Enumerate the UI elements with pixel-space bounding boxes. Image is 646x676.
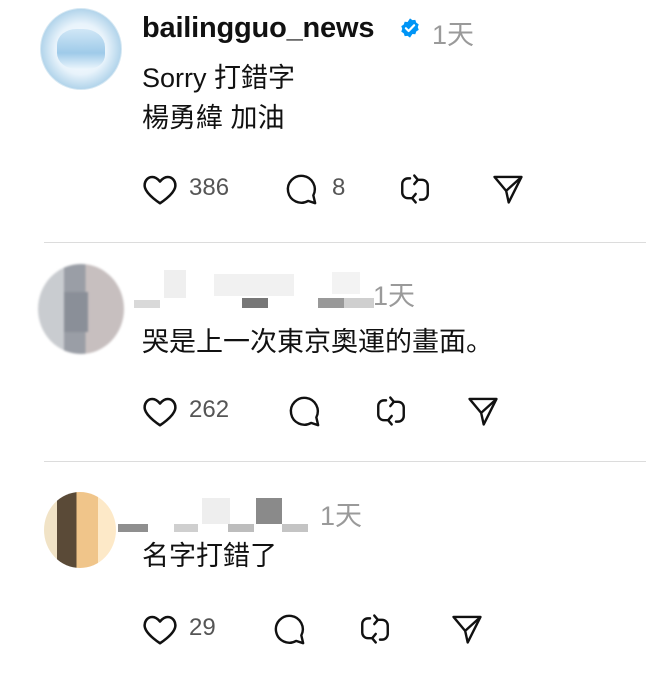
username-redacted[interactable] (116, 494, 316, 538)
comment-icon[interactable] (272, 612, 306, 646)
post-time: 1天 (320, 501, 363, 531)
heart-icon[interactable] (142, 612, 178, 646)
send-icon[interactable] (450, 612, 484, 646)
avatar[interactable] (44, 492, 116, 568)
like-count: 29 (189, 614, 216, 641)
post-content: 名字打錯了 (142, 541, 277, 571)
repost-icon[interactable] (358, 612, 392, 646)
post-3: 1天 名字打錯了 29 (0, 0, 646, 676)
action-bar: 29 (142, 610, 542, 650)
